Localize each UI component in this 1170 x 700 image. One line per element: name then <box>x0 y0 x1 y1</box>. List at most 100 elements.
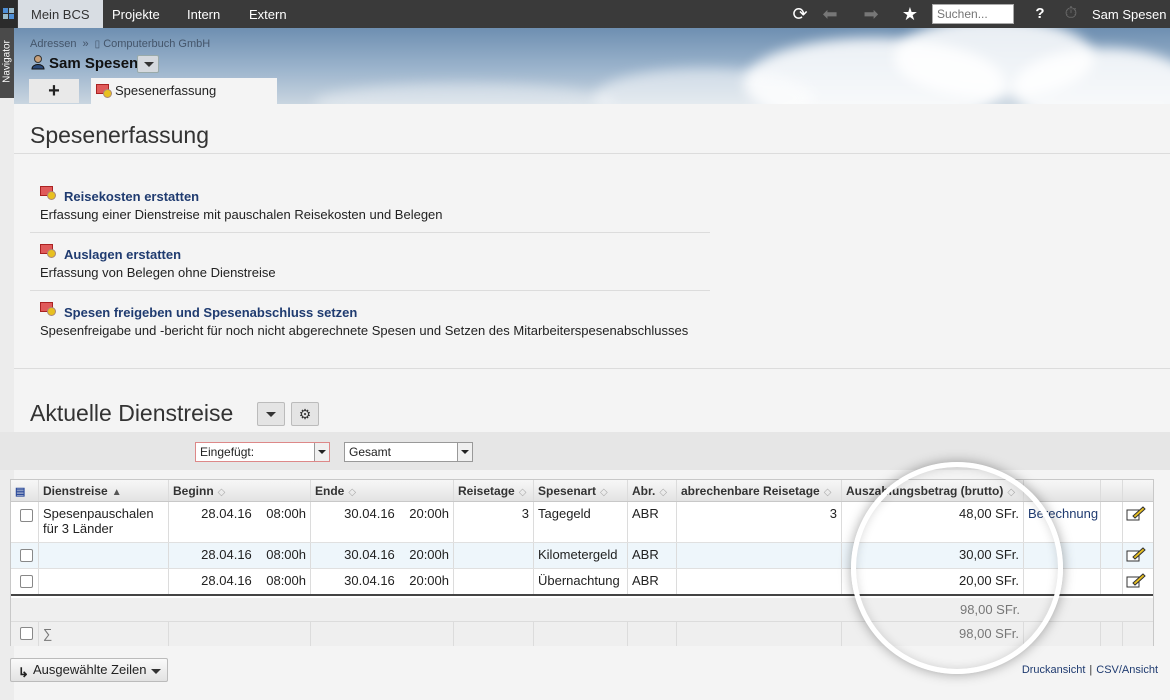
header-auszahlungsbetrag[interactable]: Auszahlungsbetrag (brutto) ◇ <box>842 480 1024 501</box>
header-empty <box>1101 480 1123 501</box>
tab-intern[interactable]: Intern <box>174 0 233 28</box>
edit-pencil-icon[interactable] <box>1126 572 1146 588</box>
forward-arrow-icon[interactable]: ➡ <box>860 3 882 25</box>
action-auslagen-desc: Erfassung von Belegen ohne Dienstreise <box>40 265 276 280</box>
cell-spesenart: Kilometergeld <box>534 543 628 568</box>
selected-rows-button[interactable]: ↳ Ausgewählte Zeilen <box>10 658 168 682</box>
cell-spesenart: Übernachtung <box>534 569 628 594</box>
edit-pencil-icon[interactable] <box>1126 546 1146 562</box>
table-header-row: ▤ Dienstreise ▲ Beginn ◇ Ende ◇ Reisetage ◇ … <box>11 480 1153 502</box>
navigator-tab[interactable]: Navigator <box>0 28 14 98</box>
action-freigeben-desc: Spesenfreigabe und -bericht für noch nic… <box>40 323 689 338</box>
stopwatch-icon[interactable]: ⏱ <box>1060 3 1082 25</box>
search-input[interactable] <box>932 4 1014 24</box>
cell-empty <box>169 622 311 646</box>
chevron-down-icon <box>457 443 472 461</box>
print-view-link[interactable]: Druckansicht <box>1022 664 1086 676</box>
divider <box>30 232 710 233</box>
row-checkbox[interactable] <box>20 509 33 522</box>
sum-select-cell <box>11 622 39 646</box>
scope-filter-value: Gesamt <box>349 445 392 459</box>
cell-dienstreise <box>39 543 169 568</box>
tab-projekte[interactable]: Projekte <box>99 0 173 28</box>
cell-empty <box>1101 622 1123 646</box>
tab-mein-bcs[interactable]: Mein BCS <box>18 0 103 28</box>
action-auslagen-link[interactable]: Auslagen erstatten <box>64 247 181 262</box>
table-row[interactable]: 28.04.16 08:00h 30.04.16 20:00h Übernach… <box>11 569 1153 596</box>
divider <box>14 368 1170 369</box>
tab-extern[interactable]: Extern <box>236 0 300 28</box>
breadcrumb-adressen[interactable]: Adressen <box>30 38 76 50</box>
expense-icon <box>40 186 56 200</box>
inserted-filter-select[interactable]: Eingefügt: <box>195 442 330 462</box>
scope-filter-select[interactable]: Gesamt <box>344 442 473 462</box>
row-checkbox[interactable] <box>20 575 33 588</box>
page-person-title: Sam Spesen <box>30 54 138 72</box>
cell-abrechenbare-reisetage: 3 <box>677 502 842 542</box>
row-select-cell <box>11 569 39 594</box>
cell-spesenart: Tagegeld <box>534 502 628 542</box>
header-spesenart[interactable]: Spesenart ◇ <box>534 480 628 501</box>
header-abrechenbare-reisetage[interactable]: abrechenbare Reisetage ◇ <box>677 480 842 501</box>
header-abr[interactable]: Abr. ◇ <box>628 480 677 501</box>
cell-abr: ABR <box>628 543 677 568</box>
expense-icon <box>40 302 56 316</box>
header-ende[interactable]: Ende ◇ <box>311 480 454 501</box>
column-chooser-icon[interactable]: ▤ <box>11 480 39 501</box>
export-links: Druckansicht | CSV/Ansicht <box>1022 664 1158 676</box>
cell-auszahlungsbetrag: 20,00 SFr. <box>842 569 1024 594</box>
header-reisetage[interactable]: Reisetage ◇ <box>454 480 534 501</box>
table-row[interactable]: 28.04.16 08:00h 30.04.16 20:00h Kilomete… <box>11 543 1153 569</box>
cell-abr: ABR <box>628 569 677 594</box>
total-amount: 98,00 SFr. <box>842 622 1024 646</box>
cell-empty <box>311 622 454 646</box>
person-name: Sam Spesen <box>49 55 139 72</box>
refresh-icon[interactable]: ⟳ <box>789 3 811 25</box>
header-dienstreise[interactable]: Dienstreise ▲ <box>39 480 169 501</box>
row-actions-cell <box>1123 543 1153 568</box>
person-dropdown-button[interactable] <box>137 55 159 73</box>
select-all-checkbox[interactable] <box>20 627 33 640</box>
cell-dienstreise: Spesenpauschalen für 3 Länder <box>39 502 169 542</box>
add-tab-button[interactable]: + <box>29 79 79 103</box>
cell-empty <box>454 622 534 646</box>
cell-auszahlungsbetrag: 48,00 SFr. <box>842 502 1024 542</box>
action-reisekosten-link[interactable]: Reisekosten erstatten <box>64 189 199 204</box>
csv-view-link[interactable]: CSV/Ansicht <box>1096 664 1158 676</box>
cell-dienstreise <box>39 569 169 594</box>
subtotal-amount: 98,00 SFr. <box>960 602 1020 617</box>
cell-empty <box>1024 622 1101 646</box>
action-freigeben-link[interactable]: Spesen freigeben und Spesenabschluss set… <box>64 305 357 320</box>
breadcrumb-company[interactable]: Computerbuch GmbH <box>103 38 210 50</box>
berechnung-link[interactable]: Berechnung <box>1024 502 1101 542</box>
help-button[interactable]: ? <box>1029 3 1051 25</box>
table-row[interactable]: Spesenpauschalen für 3 Länder 28.04.16 0… <box>11 502 1153 543</box>
cell-ende: 30.04.16 20:00h <box>311 569 454 594</box>
expense-icon <box>40 244 56 258</box>
row-actions-cell <box>1123 502 1153 542</box>
selected-rows-label: Ausgewählte Zeilen <box>33 662 147 677</box>
tab-spesenerfassung[interactable]: Spesenerfassung <box>91 78 277 104</box>
cell-ende: 30.04.16 20:00h <box>311 502 454 542</box>
settings-gear-button[interactable]: ⚙ <box>291 402 319 426</box>
arrow-down-right-icon: ↳ <box>18 665 29 680</box>
edit-pencil-icon[interactable] <box>1126 505 1146 521</box>
cell-empty <box>1101 502 1123 542</box>
app-menu-icon[interactable] <box>0 0 17 28</box>
current-user[interactable]: Sam Spesen <box>1092 0 1166 30</box>
cell-link <box>1024 543 1101 568</box>
cell-abrechenbare-reisetage <box>677 543 842 568</box>
section-dropdown-button[interactable] <box>257 402 285 426</box>
inserted-filter-value: Eingefügt: <box>200 445 255 459</box>
favorites-star-icon[interactable]: ★ <box>899 3 921 25</box>
cell-empty <box>534 622 628 646</box>
cell-empty <box>1101 569 1123 594</box>
link-separator: | <box>1089 664 1093 676</box>
cell-abr: ABR <box>628 502 677 542</box>
total-row: ∑ 98,00 SFr. <box>11 622 1153 646</box>
row-checkbox[interactable] <box>20 549 33 562</box>
navigator-label: Navigator <box>1 40 13 83</box>
header-beginn[interactable]: Beginn ◇ <box>169 480 311 501</box>
row-select-cell <box>11 502 39 542</box>
back-arrow-icon[interactable]: ⬅ <box>819 3 841 25</box>
